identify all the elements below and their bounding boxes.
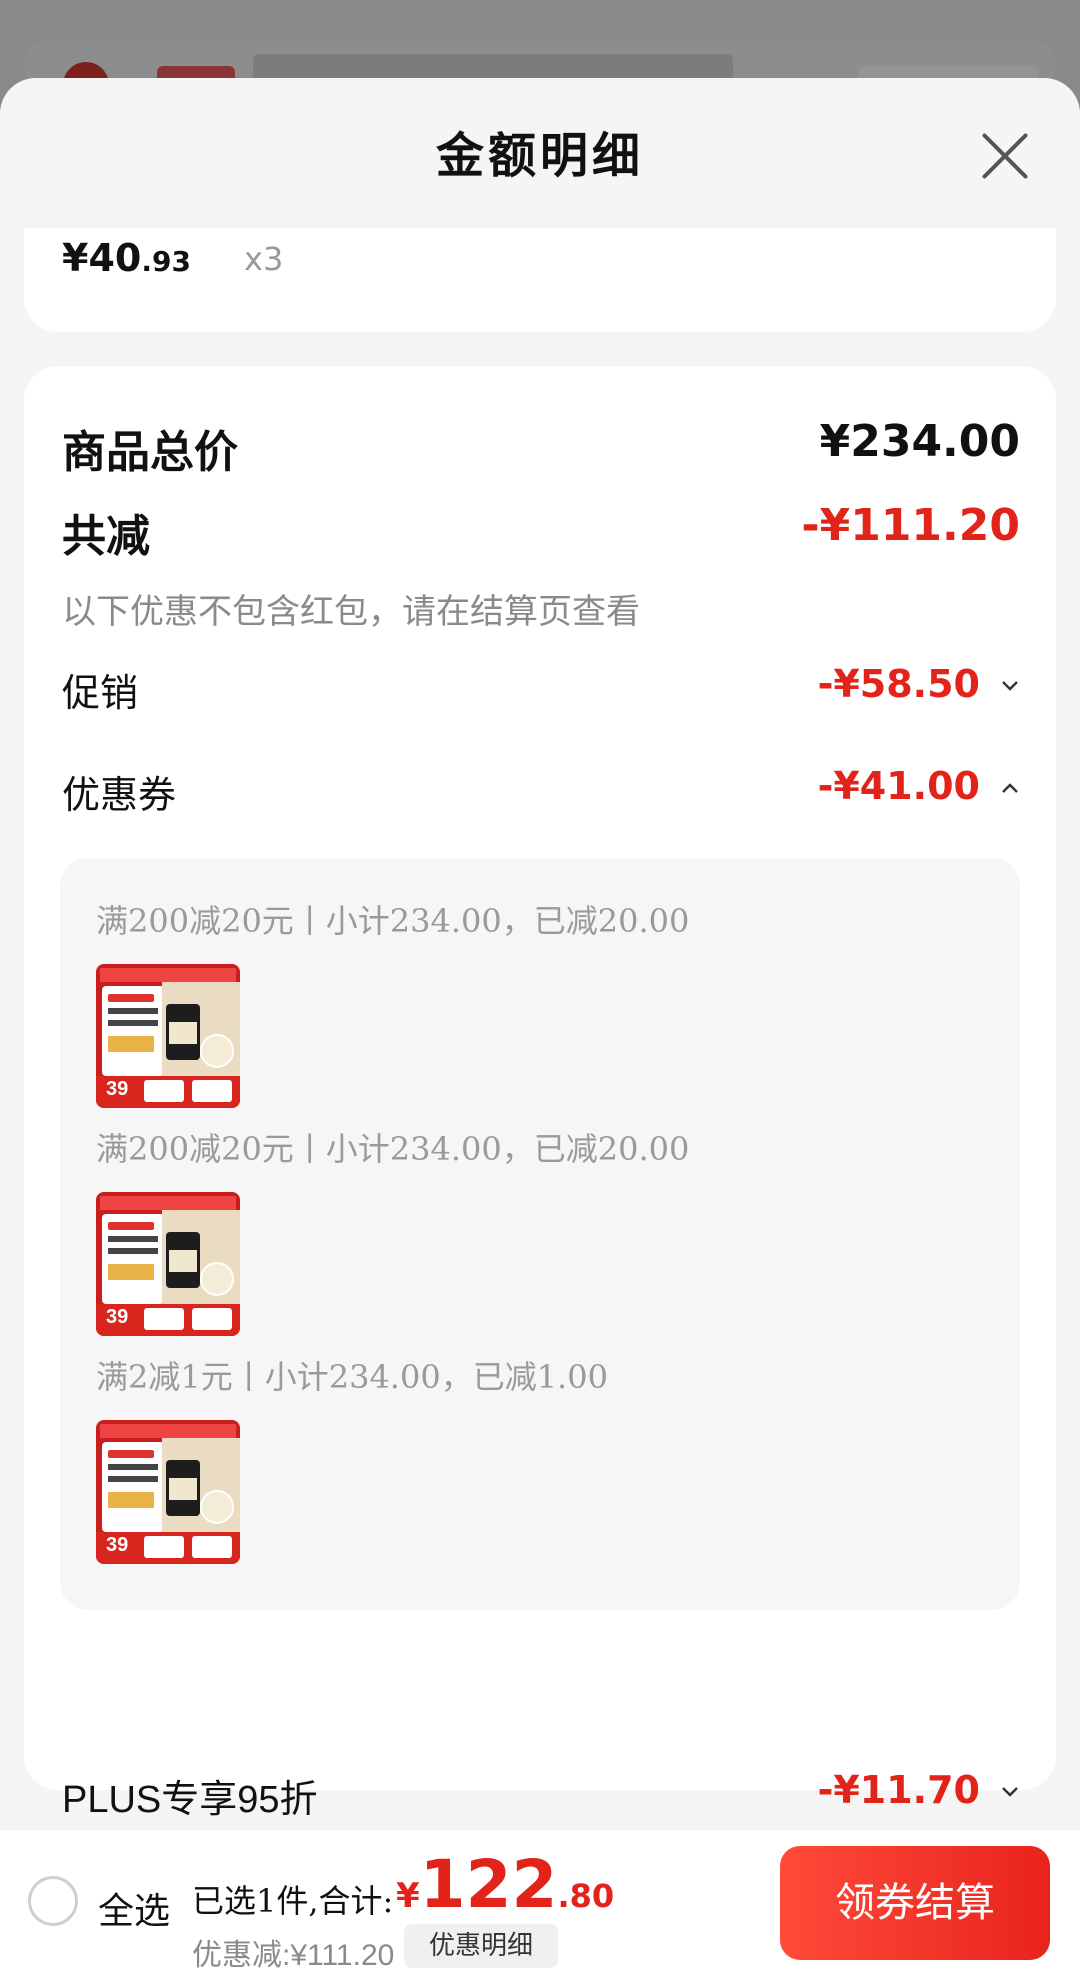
sheet-header: 金额明细 [0,78,1080,228]
sheet-title: 金额明细 [435,128,644,184]
coupon-detail-text: 满200减20元丨小计234.00，已减20.00 [96,1130,690,1168]
thumbnail-price: 39 [106,1306,129,1328]
coupon-detail-text: 满2减1元丨小计234.00，已减1.00 [96,1358,608,1396]
coupon-value: -¥41.00 [817,764,980,808]
total-reduce-value: -¥111.20 [801,500,1020,551]
plus-discount-label: PLUS专享95折 [62,1779,318,1821]
total-reduce-label: 共减 [62,511,150,562]
thumbnail-price: 39 [106,1078,129,1100]
coupon-detail-panel: 满200减20元丨小计234.00，已减20.00 39 满200减20元丨小计… [60,858,1020,1610]
product-thumbnail[interactable]: 39 [96,1192,240,1336]
select-all-radio[interactable] [28,1876,78,1926]
total-amount-int: 122 [419,1846,558,1923]
plus-discount-value: -¥11.70 [817,1768,980,1812]
promotion-value: -¥58.50 [817,662,980,706]
checkout-bar: 全选 已选1件,合计: ¥122.80 优惠减:¥111.20 优惠明细 领券结… [0,1830,1080,1972]
total-price-value: ¥234.00 [819,416,1020,467]
coupon-row[interactable]: 优惠券 -¥41.00 [62,764,1020,820]
reduce-note: 以下优惠不包含红包，请在结算页查看 [62,592,640,632]
checkout-button[interactable]: 领券结算 [780,1846,1050,1960]
promotion-label: 促销 [62,671,139,715]
watermark: 做个慢星人 [405,706,575,746]
coupon-detail-text: 满200减20元丨小计234.00，已减20.00 [96,902,690,940]
total-amount: ¥122.80 [396,1846,614,1923]
item-price: ¥40.93 [62,236,191,280]
total-price-row: 商品总价 ¥234.00 [62,416,1020,478]
discount-detail-button[interactable]: 优惠明细 [404,1924,558,1968]
total-price-label: 商品总价 [62,427,238,478]
thumbnail-price: 39 [106,1534,129,1556]
discount-summary: 优惠减:¥111.20 [192,1939,395,1972]
total-amount-dec: .80 [557,1877,615,1915]
close-icon[interactable] [980,130,1030,180]
item-price-decimal: .93 [141,245,191,278]
item-price-card: ¥40.93 x3 [24,228,1056,332]
chevron-down-icon[interactable] [1000,676,1020,696]
plus-discount-row[interactable]: PLUS专享95折 -¥11.70 [62,1768,1020,1824]
item-price-main: ¥40 [62,236,142,280]
price-breakdown-card: 商品总价 ¥234.00 共减 -¥111.20 以下优惠不包含红包，请在结算页… [24,366,1056,1821]
amount-detail-sheet: ¥40.93 x3 金额明细 商品总价 ¥234.00 共减 -¥111.20 … [0,78,1080,1972]
chevron-up-icon[interactable] [1000,778,1020,798]
total-currency: ¥ [396,1876,420,1916]
chevron-down-icon[interactable] [1000,1782,1020,1802]
product-thumbnail[interactable]: 39 [96,964,240,1108]
total-reduce-row: 共减 -¥111.20 [62,500,1020,562]
product-thumbnail[interactable]: 39 [96,1420,240,1564]
coupon-label: 优惠券 [62,773,177,817]
selected-summary: 已选1件,合计: [192,1882,394,1920]
select-all-label[interactable]: 全选 [98,1882,170,1934]
item-quantity: x3 [244,240,284,278]
